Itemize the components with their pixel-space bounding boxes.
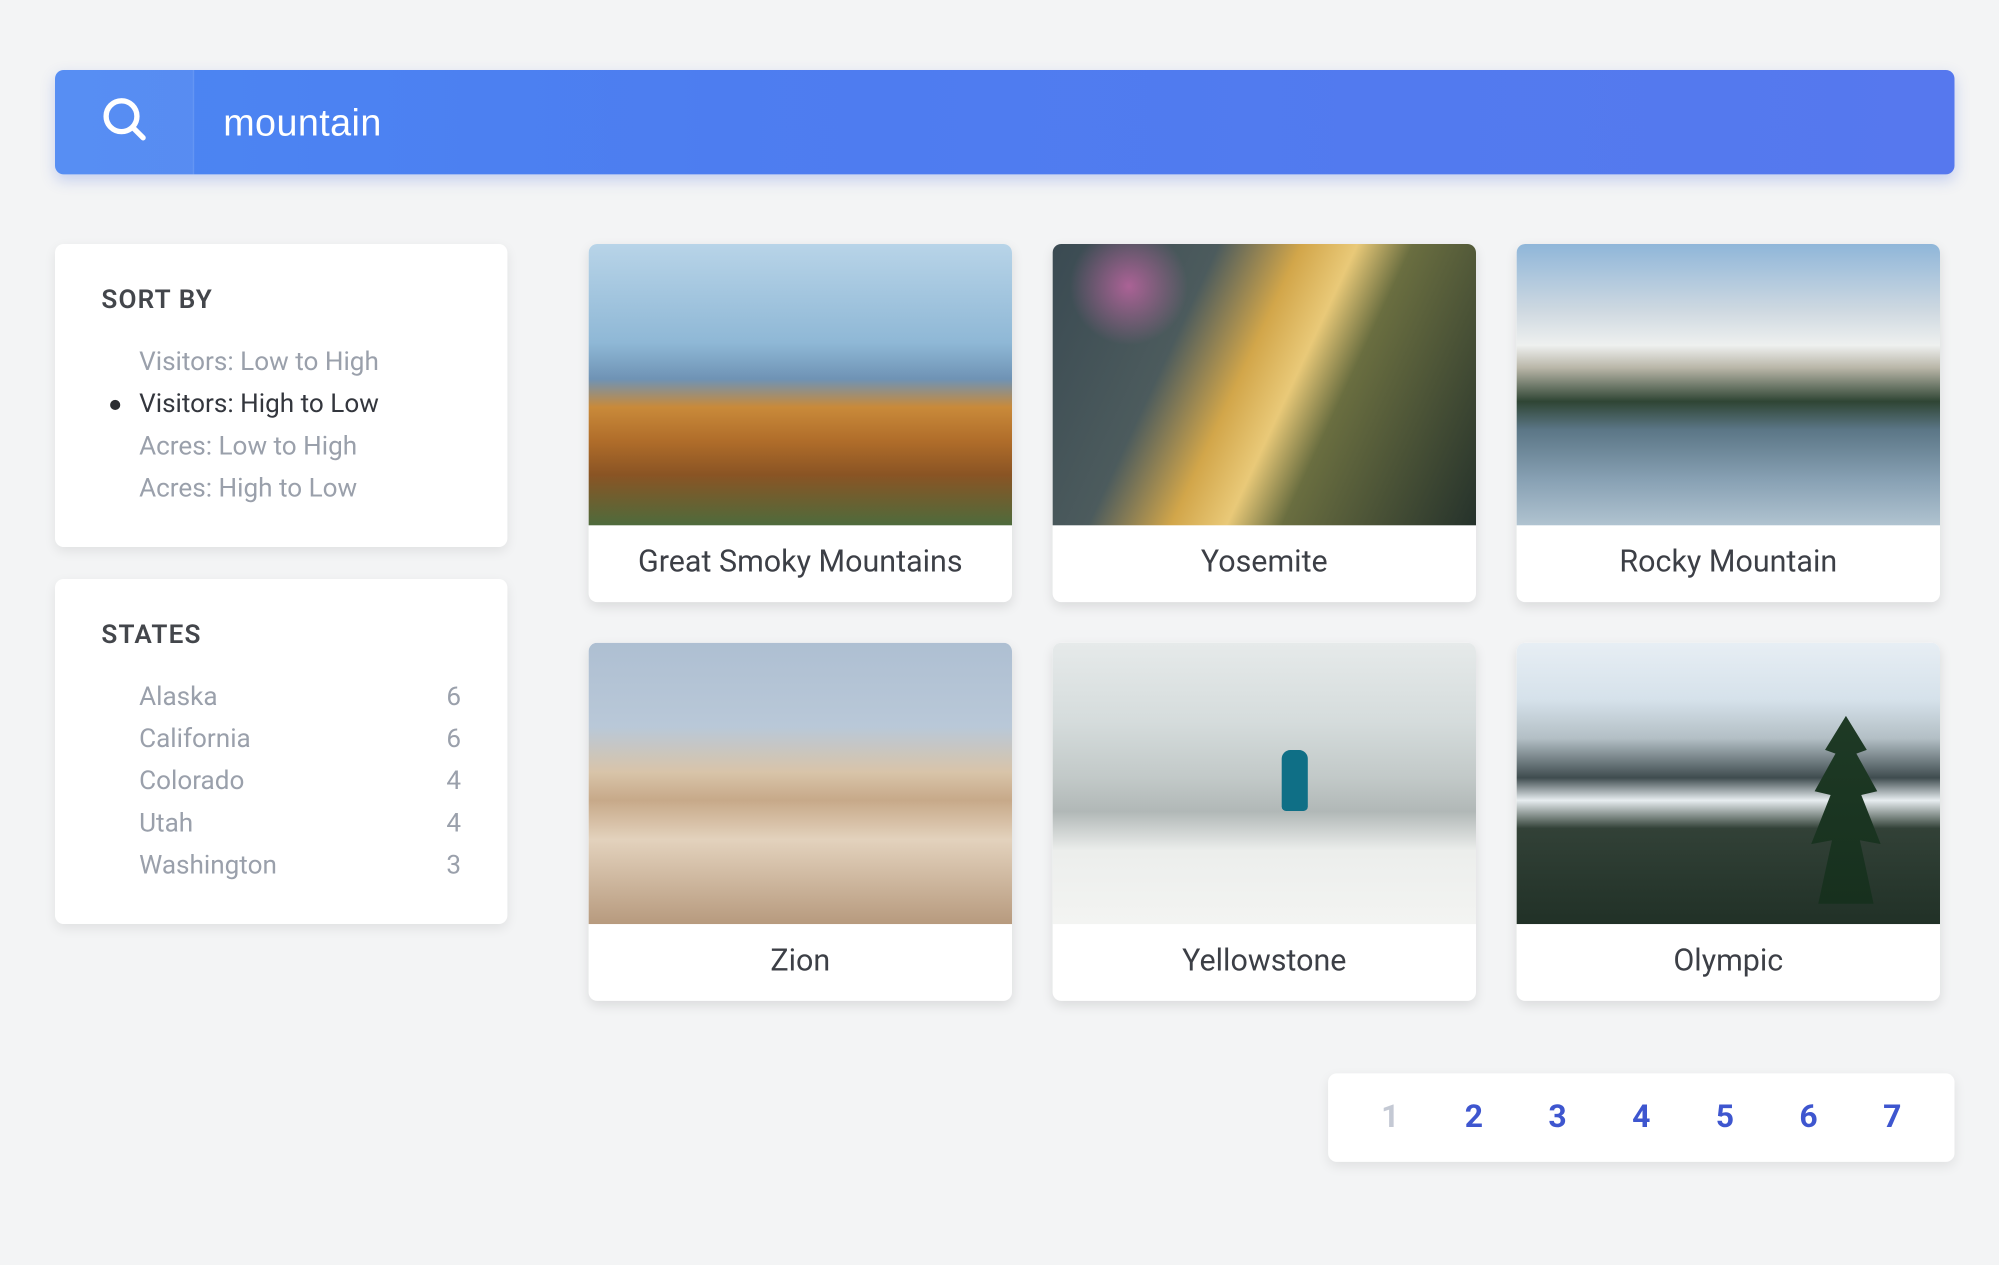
- result-card[interactable]: Rocky Mountain: [1517, 244, 1940, 602]
- sort-option[interactable]: Visitors: Low to High: [101, 341, 461, 383]
- result-card[interactable]: Zion: [589, 643, 1012, 1001]
- page-link[interactable]: 6: [1788, 1100, 1830, 1136]
- sort-options-list: Visitors: Low to HighVisitors: High to L…: [101, 341, 461, 509]
- page-link[interactable]: 5: [1704, 1100, 1746, 1136]
- page-link[interactable]: 4: [1620, 1100, 1662, 1136]
- states-title: STATES: [101, 620, 461, 650]
- result-title: Yosemite: [1053, 525, 1476, 602]
- result-title: Zion: [589, 924, 1012, 1001]
- state-name: Colorado: [139, 766, 244, 796]
- result-thumbnail: [589, 643, 1012, 924]
- state-count: 6: [446, 724, 461, 754]
- results-area: Great Smoky Mountains Yosemite Rocky Mount…: [589, 244, 1955, 1162]
- search-bar: [55, 70, 1955, 174]
- search-icon: [99, 95, 148, 150]
- sidebar: SORT BY Visitors: Low to HighVisitors: H…: [55, 244, 507, 1162]
- state-name: Alaska: [139, 682, 217, 712]
- result-thumbnail: [1517, 643, 1940, 924]
- sort-panel: SORT BY Visitors: Low to HighVisitors: H…: [55, 244, 507, 547]
- results-grid: Great Smoky Mountains Yosemite Rocky Mount…: [589, 244, 1955, 1001]
- result-title: Yellowstone: [1053, 924, 1476, 1001]
- search-icon-button[interactable]: [55, 70, 194, 174]
- state-filter-item[interactable]: Utah 4: [101, 802, 461, 844]
- search-input[interactable]: [194, 100, 1954, 145]
- page-link[interactable]: 2: [1453, 1100, 1495, 1136]
- state-name: Washington: [139, 850, 277, 880]
- page-link[interactable]: 7: [1871, 1100, 1913, 1136]
- state-count: 4: [446, 766, 461, 796]
- result-card[interactable]: Great Smoky Mountains: [589, 244, 1012, 602]
- state-count: 4: [446, 808, 461, 838]
- result-card[interactable]: Olympic: [1517, 643, 1940, 1001]
- result-title: Great Smoky Mountains: [589, 525, 1012, 602]
- state-filter-item[interactable]: Washington 3: [101, 844, 461, 886]
- result-title: Rocky Mountain: [1517, 525, 1940, 602]
- state-filter-item[interactable]: California 6: [101, 718, 461, 760]
- sort-option[interactable]: Acres: Low to High: [101, 425, 461, 467]
- result-thumbnail: [1517, 244, 1940, 525]
- result-title: Olympic: [1517, 924, 1940, 1001]
- state-name: California: [139, 724, 251, 754]
- result-card[interactable]: Yosemite: [1053, 244, 1476, 602]
- state-filter-item[interactable]: Colorado 4: [101, 760, 461, 802]
- result-thumbnail: [589, 244, 1012, 525]
- page-link[interactable]: 3: [1537, 1100, 1579, 1136]
- state-count: 6: [446, 682, 461, 712]
- state-filter-item[interactable]: Alaska 6: [101, 676, 461, 718]
- states-panel: STATES Alaska 6 California 6 Colorado 4 Utah 4 W…: [55, 579, 507, 924]
- result-thumbnail: [1053, 643, 1476, 924]
- pagination: 1 2 3 4 5 6 7: [1328, 1073, 1954, 1161]
- sort-title: SORT BY: [101, 285, 461, 315]
- state-name: Utah: [139, 808, 193, 838]
- states-list: Alaska 6 California 6 Colorado 4 Utah 4 Washingt…: [101, 676, 461, 886]
- page-current: 1: [1369, 1100, 1411, 1136]
- sort-option[interactable]: Visitors: High to Low: [101, 383, 461, 425]
- sort-option[interactable]: Acres: High to Low: [101, 467, 461, 509]
- result-card[interactable]: Yellowstone: [1053, 643, 1476, 1001]
- state-count: 3: [446, 850, 461, 880]
- result-thumbnail: [1053, 244, 1476, 525]
